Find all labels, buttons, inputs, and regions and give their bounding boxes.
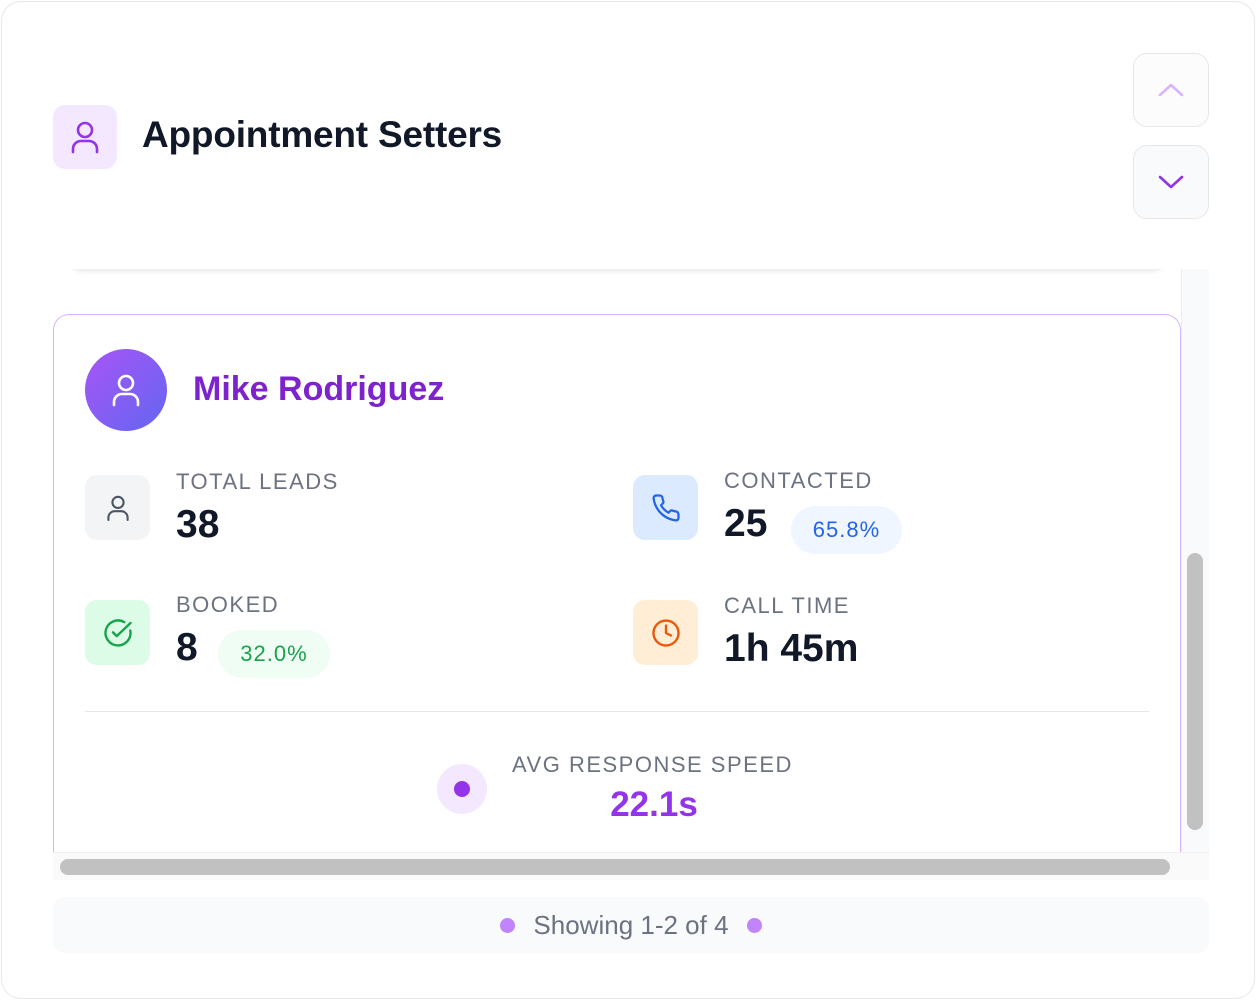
chevron-down-icon	[1158, 175, 1184, 189]
dot-icon	[746, 917, 762, 933]
contacted-percent-badge: 65.8%	[791, 506, 902, 554]
horizontal-scrollbar[interactable]	[53, 852, 1209, 880]
setter-name[interactable]: Mike Rodriguez	[193, 370, 444, 409]
scroll-up-button[interactable]	[1133, 53, 1209, 127]
horizontal-scrollbar-thumb[interactable]	[60, 859, 1170, 875]
total-leads-label: TOTAL LEADS	[176, 469, 339, 494]
contacted-label: CONTACTED	[724, 468, 873, 493]
setter-card: Mike Rodriguez TOTAL LEADS 38 CONTACTED …	[53, 314, 1181, 854]
total-leads-value: 38	[176, 503, 220, 546]
divider	[85, 711, 1149, 712]
check-circle-icon	[85, 600, 150, 665]
vertical-scrollbar-thumb[interactable]	[1187, 553, 1203, 830]
dot-icon	[500, 917, 516, 933]
phone-icon	[633, 475, 698, 540]
appointment-setters-card: Appointment Setters Mike Rodriguez TOTAL…	[1, 1, 1255, 999]
booked-label: BOOKED	[176, 592, 280, 617]
user-icon	[85, 475, 150, 540]
booked-percent-badge: 32.0%	[218, 630, 330, 678]
booked-value: 8	[176, 626, 198, 669]
response-speed-indicator	[437, 764, 487, 814]
avg-response-value: 22.1s	[610, 785, 698, 824]
scroll-down-button[interactable]	[1133, 145, 1209, 219]
contacted-value: 25	[724, 502, 768, 545]
call-time-label: CALL TIME	[724, 593, 850, 618]
avg-response-label: AVG RESPONSE SPEED	[512, 752, 793, 777]
clock-icon	[633, 600, 698, 665]
user-icon	[112, 374, 140, 407]
pagination-footer: Showing 1-2 of 4	[53, 897, 1209, 953]
avatar	[85, 349, 167, 431]
dot-icon	[454, 781, 470, 797]
call-time-value: 1h 45m	[724, 627, 859, 670]
pagination-text: Showing 1-2 of 4	[533, 909, 729, 940]
vertical-scrollbar[interactable]	[1181, 269, 1209, 880]
page-title: Appointment Setters	[142, 114, 503, 155]
user-icon	[53, 105, 117, 169]
chevron-up-icon	[1158, 83, 1184, 97]
setters-scroll-area[interactable]: Mike Rodriguez TOTAL LEADS 38 CONTACTED …	[53, 269, 1209, 880]
